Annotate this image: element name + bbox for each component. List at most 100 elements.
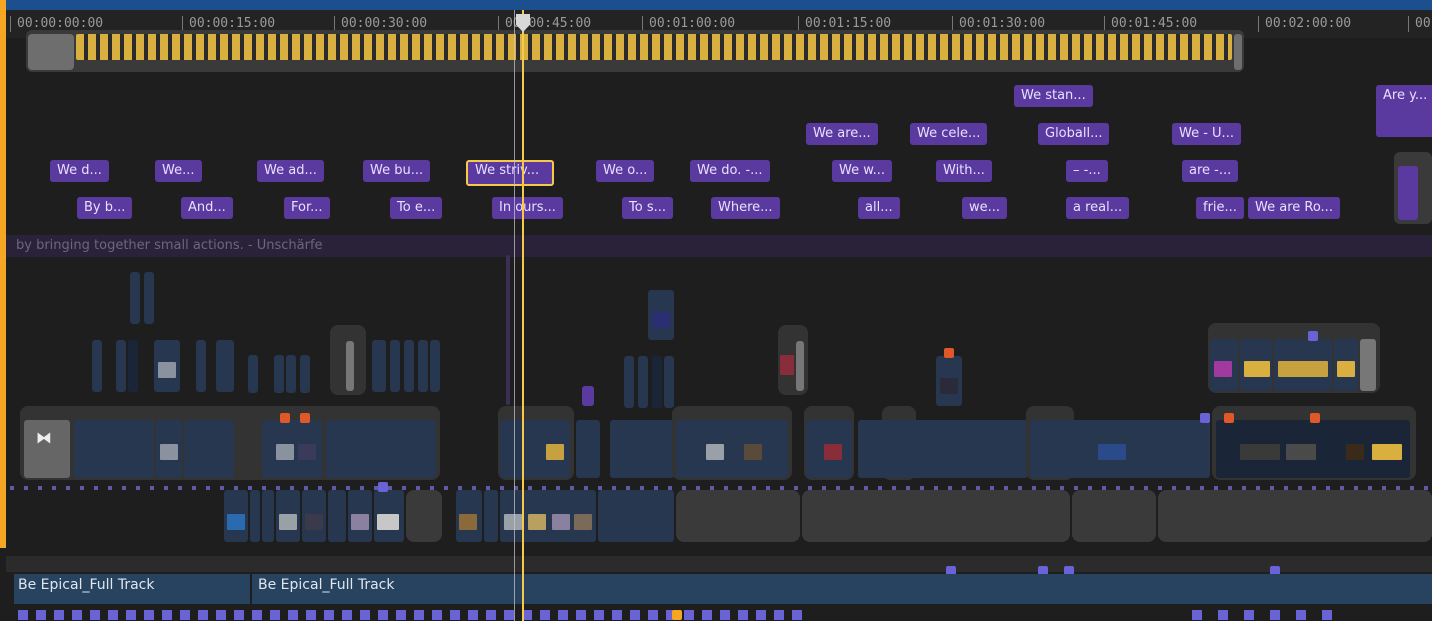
marker[interactable] — [378, 482, 388, 492]
clip-handle[interactable] — [346, 341, 354, 391]
gap-clip[interactable] — [406, 490, 442, 542]
connected-clip[interactable] — [144, 272, 154, 324]
primary-clip[interactable] — [1030, 420, 1210, 478]
fireworks-clip-left-handle[interactable] — [28, 34, 74, 70]
primary-clip[interactable] — [74, 420, 154, 478]
connected-clip[interactable] — [1274, 339, 1332, 391]
clip-handle[interactable] — [1360, 339, 1376, 391]
connected-clip[interactable] — [936, 356, 962, 406]
connected-clip[interactable] — [300, 355, 310, 393]
connected-clip[interactable] — [624, 356, 634, 408]
subtitle-clip[interactable]: By b... — [77, 197, 133, 219]
subtitle-clip[interactable]: We o... — [596, 160, 655, 182]
compound-clip[interactable] — [1208, 323, 1380, 393]
primary-clip[interactable] — [184, 420, 234, 478]
subtitle-clip[interactable]: we... — [962, 197, 1008, 219]
subtitle-clip[interactable]: With... — [936, 160, 992, 182]
marker[interactable] — [1308, 331, 1318, 341]
primary-clip[interactable] — [500, 420, 570, 478]
connected-clip[interactable] — [248, 355, 258, 393]
current-marker[interactable] — [672, 610, 682, 620]
transition-clip[interactable]: ⧓ — [24, 420, 70, 478]
subtitle-clip[interactable]: To e... — [390, 197, 443, 219]
marker[interactable] — [1310, 413, 1320, 423]
subtitle-clip[interactable]: – -... — [1066, 160, 1108, 182]
subtitle-clip[interactable]: are -... — [1182, 160, 1239, 182]
connected-clip[interactable] — [664, 356, 674, 408]
connected-clip[interactable] — [286, 355, 296, 393]
compound-clip[interactable] — [778, 325, 808, 395]
primary-clip[interactable] — [326, 420, 436, 478]
connected-clip[interactable] — [418, 340, 428, 392]
subtitle-clip[interactable]: Are y... — [1376, 85, 1432, 137]
connected-clip[interactable] — [404, 340, 414, 392]
connected-clip[interactable] — [276, 490, 300, 542]
connected-clip[interactable] — [1210, 339, 1238, 391]
primary-clip[interactable] — [858, 420, 1028, 478]
subtitle-clip[interactable]: We are... — [806, 123, 878, 145]
primary-clip[interactable] — [156, 420, 182, 478]
connected-clip[interactable] — [484, 490, 498, 542]
marker[interactable] — [1200, 413, 1210, 423]
connected-clip[interactable] — [216, 340, 234, 392]
subtitle-clip[interactable]: For... — [284, 197, 330, 219]
subtitle-clip[interactable]: We bu... — [363, 160, 431, 182]
subtitle-clip-selected[interactable]: We striv... — [466, 160, 554, 186]
compound-clip[interactable] — [330, 325, 366, 395]
gap-clip[interactable] — [802, 490, 1070, 542]
connected-clip[interactable] — [348, 490, 372, 542]
marker[interactable] — [1224, 413, 1234, 423]
connected-clip[interactable] — [372, 340, 386, 392]
connected-clip[interactable] — [302, 490, 326, 542]
playhead[interactable] — [522, 10, 524, 621]
marker[interactable] — [300, 413, 310, 423]
connected-clip[interactable] — [224, 490, 248, 542]
connected-clip[interactable] — [390, 340, 400, 392]
subtitle-clip[interactable]: frie... — [1196, 197, 1244, 219]
connected-clip[interactable] — [262, 490, 274, 542]
gap-clip[interactable] — [1158, 490, 1432, 542]
connected-clip[interactable] — [196, 340, 206, 392]
fireworks-clip-right-handle[interactable] — [1234, 34, 1242, 70]
fireworks-clip[interactable] — [26, 30, 1244, 72]
primary-clip[interactable] — [676, 420, 788, 478]
connected-clip[interactable] — [154, 340, 180, 392]
subtitle-clip[interactable]: a real... — [1066, 197, 1130, 219]
connected-clip[interactable] — [638, 356, 648, 408]
subtitle-clip[interactable]: We are Ro... — [1248, 197, 1340, 219]
primary-clip[interactable] — [806, 420, 852, 478]
subtitle-clip[interactable]: We w... — [832, 160, 893, 182]
marker[interactable] — [944, 348, 954, 358]
subtitle-clip[interactable]: To s... — [622, 197, 673, 219]
connected-clip[interactable] — [648, 290, 674, 340]
music-clip[interactable]: Be Epical_Full Track — [252, 574, 1432, 604]
subtitle-clip[interactable]: Where... — [711, 197, 780, 219]
music-track[interactable]: Be Epical_Full Track Be Epical_Full Trac… — [14, 574, 1432, 604]
subtitle-clip[interactable]: And... — [181, 197, 233, 219]
marker[interactable] — [280, 413, 290, 423]
subtitle-clip[interactable]: We do. -... — [690, 160, 770, 182]
connected-clip[interactable] — [430, 340, 440, 392]
connected-clip[interactable] — [652, 356, 662, 408]
subtitle-clip[interactable]: We ad... — [257, 160, 324, 182]
connected-title-clip[interactable] — [582, 386, 594, 406]
primary-clip[interactable] — [610, 420, 674, 478]
music-clip[interactable]: Be Epical_Full Track — [14, 574, 252, 604]
connected-clip[interactable] — [92, 340, 102, 392]
subtitle-clip[interactable]: all... — [858, 197, 900, 219]
primary-clip[interactable] — [1216, 420, 1410, 478]
timeline[interactable]: 00:00:00:00 00:00:15:00 00:00:30:00 00:0… — [0, 0, 1432, 621]
connected-clip[interactable] — [1334, 339, 1358, 391]
connected-clip[interactable] — [1240, 339, 1272, 391]
right-compound-clip[interactable] — [1394, 152, 1432, 224]
connected-clip[interactable] — [274, 355, 284, 393]
connected-clip[interactable] — [456, 490, 482, 542]
subtitle-clip[interactable]: We... — [155, 160, 202, 182]
gap-clip[interactable] — [1072, 490, 1156, 542]
subtitle-clip[interactable]: We d... — [50, 160, 109, 182]
primary-clip[interactable] — [576, 420, 600, 478]
connected-clip[interactable] — [328, 490, 346, 542]
connected-clip[interactable] — [128, 340, 138, 392]
connected-clip[interactable] — [374, 490, 404, 542]
subtitle-clip[interactable]: We - U... — [1172, 123, 1241, 145]
